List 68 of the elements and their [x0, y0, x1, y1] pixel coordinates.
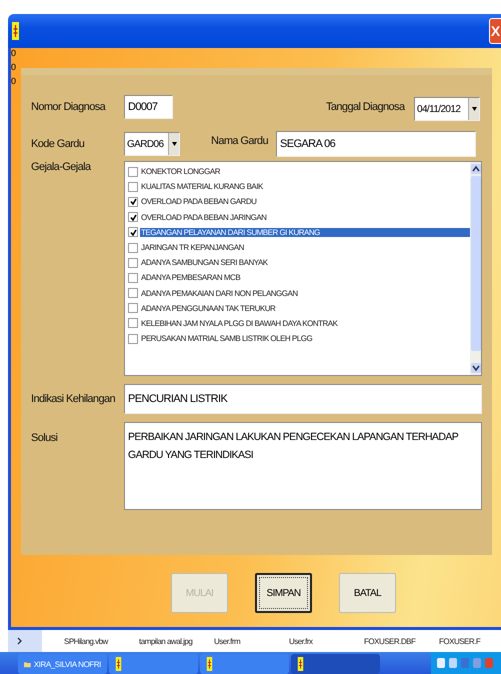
list-item[interactable]: ADANYA PEMBESARAN MCB [140, 273, 470, 282]
taskbar-button[interactable] [109, 654, 198, 674]
list-item[interactable]: PERUSAKAN MATRIAL SAMB LISTRIK OLEH PLGG [140, 334, 470, 344]
action-button[interactable]: BATAL [339, 573, 396, 613]
list-item[interactable]: KELEBIHAN JAM NYALA PLGG DI BAWAH DAYA KONTRAK [140, 318, 470, 328]
edge-text: 0 [11, 76, 18, 87]
field-label: Indikasi Kehilangan [31, 393, 116, 405]
checkbox[interactable] [128, 196, 138, 207]
checkbox[interactable] [128, 258, 138, 268]
input-field[interactable]: D0007 [124, 95, 173, 119]
checkbox[interactable] [128, 334, 138, 344]
field-label: Nama Gardu [211, 135, 269, 147]
close-button[interactable]: X [489, 18, 501, 44]
app-icon [206, 657, 213, 671]
text-area[interactable]: PERBAIKAN JARINGAN LAKUKAN PENGECEKAN LAPANGAN TERHADAP GARDU YANG TERINDIKASI [124, 422, 482, 510]
list-item[interactable]: ADANYA PENGGUNAAN TAK TERUKUR [140, 304, 470, 313]
checkbox[interactable] [128, 303, 138, 314]
file-name[interactable]: tampilan awal.jpg [139, 636, 214, 646]
checkbox[interactable] [128, 166, 138, 177]
list-item[interactable]: KONEKTOR LONGGAR [140, 167, 470, 176]
checkbox[interactable] [128, 272, 138, 283]
edge-text: 0 [11, 48, 18, 59]
file-name[interactable]: FOXUSER.F [439, 636, 501, 646]
app-icon [297, 657, 304, 671]
scroll-down-icon[interactable] [470, 363, 480, 373]
dropdown-arrow-icon [172, 142, 176, 146]
file-name[interactable]: FOXUSER.DBF [364, 636, 439, 646]
checkbox[interactable] [128, 242, 138, 253]
list-item[interactable]: TEGANGAN PELAYANAN DARI SUMBER GI KURANG [140, 228, 470, 237]
action-button[interactable]: SIMPAN [255, 573, 312, 613]
scrollbar[interactable] [470, 162, 481, 375]
taskbar-button[interactable] [200, 654, 289, 674]
taskbar-button[interactable] [291, 654, 380, 674]
field-label: Tanggal Diagnosa [326, 101, 406, 113]
dropdown-field[interactable]: GARD06 [124, 132, 180, 156]
dropdown-arrow-icon [472, 107, 476, 111]
chevron-icon[interactable] [17, 637, 22, 645]
list-item[interactable]: ADANYA SAMBUNGAN SERI BANYAK [140, 258, 470, 268]
scroll-up-icon[interactable] [470, 164, 480, 174]
tray-icon[interactable] [436, 657, 446, 669]
file-name[interactable]: User.frx [289, 636, 364, 646]
tray-icon[interactable] [448, 657, 458, 669]
tray-icon[interactable] [460, 657, 470, 669]
list-item[interactable]: JARINGAN TR KEPANJANGAN [140, 243, 470, 252]
edge-text: 0 [11, 62, 18, 73]
field-label: Nomor Diagnosa [31, 101, 107, 113]
dropdown-field[interactable]: 04/11/2012 [414, 97, 480, 121]
field-label: Solusi [31, 432, 58, 444]
file-name[interactable]: SPHilang.vbw [64, 636, 139, 646]
checkbox[interactable] [128, 288, 138, 298]
field-label: Gejala-Gejala [31, 161, 92, 173]
tray-icon[interactable] [484, 657, 494, 669]
checkbox[interactable] [128, 212, 138, 222]
list-item[interactable]: KUALITAS MATERIAL KURANG BAIK [140, 182, 470, 192]
checkbox[interactable] [128, 182, 138, 192]
taskbar-button[interactable]: XIRA_SILVIA NOFRI [18, 654, 107, 674]
app-icon [115, 657, 122, 671]
list-item[interactable]: OVERLOAD PADA BEBAN JARINGAN [140, 212, 470, 222]
list-item[interactable]: ADANYA PEMAKAIAN DARI NON PELANGGAN [140, 288, 470, 298]
input-field[interactable]: SEGARA 06 [276, 131, 476, 157]
checkbox[interactable] [128, 318, 138, 328]
folder-icon [24, 660, 31, 668]
app-icon [12, 22, 19, 40]
list-item[interactable]: OVERLOAD PADA BEBAN GARDU [140, 197, 470, 206]
input-field[interactable]: PENCURIAN LISTRIK [124, 384, 482, 414]
field-label: Kode Gardu [31, 138, 86, 150]
checkbox[interactable] [128, 227, 138, 238]
file-name[interactable]: User.frm [214, 636, 289, 646]
